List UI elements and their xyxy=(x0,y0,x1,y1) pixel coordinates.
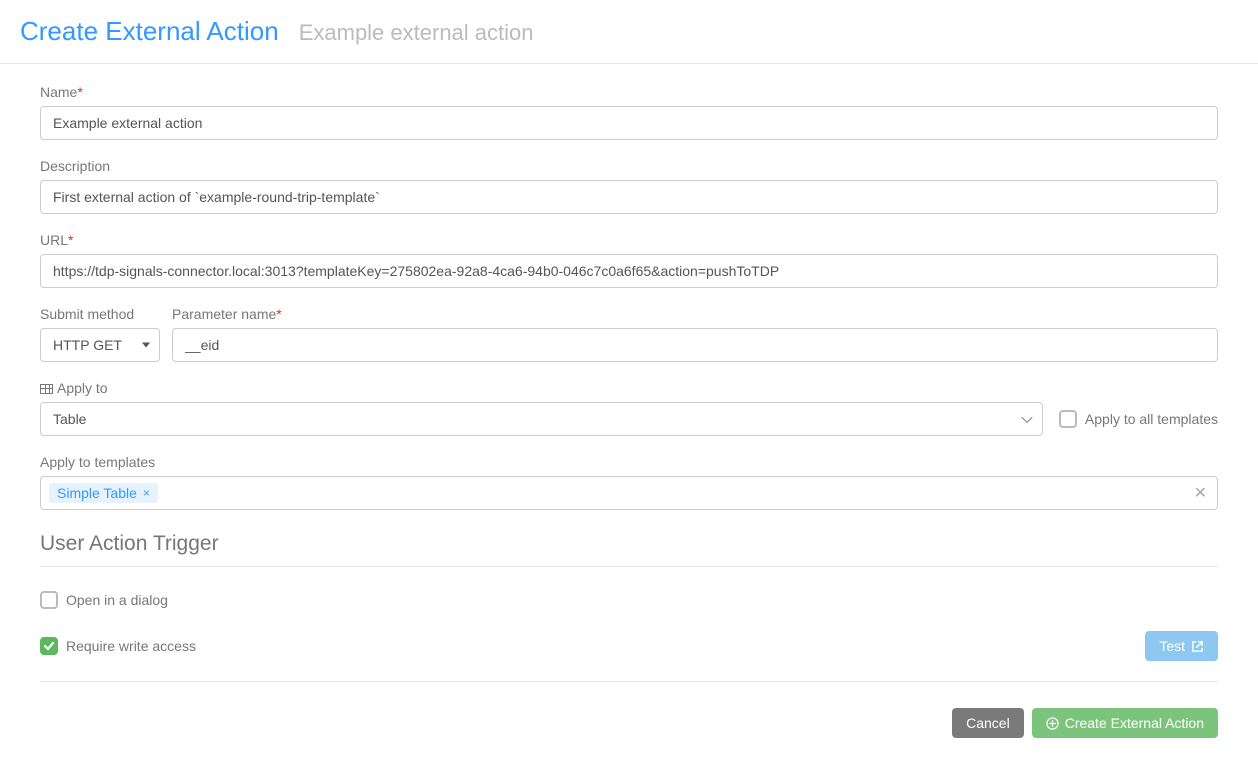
description-label: Description xyxy=(40,158,1218,174)
url-label: URL* xyxy=(40,232,1218,248)
apply-all-templates-label[interactable]: Apply to all templates xyxy=(1059,410,1218,428)
field-url: URL* xyxy=(40,232,1218,288)
open-dialog-checkbox[interactable] xyxy=(40,591,58,609)
open-dialog-text: Open in a dialog xyxy=(66,592,168,608)
test-button-label: Test xyxy=(1159,638,1185,654)
submit-method-select[interactable]: HTTP GET xyxy=(40,328,160,362)
plus-circle-icon xyxy=(1046,717,1059,730)
test-button[interactable]: Test xyxy=(1145,631,1218,661)
page-subtitle: Example external action xyxy=(299,20,534,46)
clear-all-tags-icon[interactable]: ✕ xyxy=(1194,483,1207,503)
apply-templates-label: Apply to templates xyxy=(40,454,1218,470)
form: Name* Description URL* Submit method HTT… xyxy=(0,64,1258,758)
apply-all-templates-text: Apply to all templates xyxy=(1085,411,1218,427)
name-label: Name* xyxy=(40,84,1218,100)
field-name: Name* xyxy=(40,84,1218,140)
field-parameter-name: Parameter name* xyxy=(172,306,1218,362)
field-apply-templates: Apply to templates Simple Table × ✕ xyxy=(40,454,1218,510)
user-action-trigger-title: User Action Trigger xyxy=(40,532,1218,556)
section-divider xyxy=(40,566,1218,567)
apply-to-label: Apply to xyxy=(40,380,1218,396)
name-input[interactable] xyxy=(40,106,1218,140)
field-submit-method: Submit method HTTP GET xyxy=(40,306,160,362)
require-write-label[interactable]: Require write access xyxy=(40,637,196,655)
field-apply-to: Apply to Table Apply to all templates xyxy=(40,380,1218,436)
field-description: Description xyxy=(40,158,1218,214)
external-link-icon xyxy=(1191,640,1204,653)
open-dialog-row: Open in a dialog xyxy=(40,585,1218,615)
submit-method-select-wrap: HTTP GET xyxy=(40,328,160,362)
page-header: Create External Action Example external … xyxy=(0,0,1258,64)
parameter-name-input[interactable] xyxy=(172,328,1218,362)
check-icon xyxy=(43,640,55,652)
table-icon xyxy=(40,384,53,394)
apply-templates-input[interactable]: Simple Table × ✕ xyxy=(40,476,1218,510)
footer-buttons: Cancel Create External Action xyxy=(40,708,1218,738)
require-write-checkbox[interactable] xyxy=(40,637,58,655)
method-param-row: Submit method HTTP GET Parameter name* xyxy=(40,306,1218,362)
url-input[interactable] xyxy=(40,254,1218,288)
create-button[interactable]: Create External Action xyxy=(1032,708,1218,738)
submit-method-label: Submit method xyxy=(40,306,160,322)
section-divider xyxy=(40,681,1218,682)
page-title: Create External Action xyxy=(20,16,279,47)
parameter-name-label: Parameter name* xyxy=(172,306,1218,322)
template-tag[interactable]: Simple Table × xyxy=(49,483,158,503)
apply-to-select[interactable]: Table xyxy=(40,402,1043,436)
create-button-label: Create External Action xyxy=(1065,715,1204,731)
cancel-button[interactable]: Cancel xyxy=(952,708,1024,738)
template-tag-label: Simple Table xyxy=(57,485,137,501)
open-dialog-label[interactable]: Open in a dialog xyxy=(40,591,168,609)
apply-to-row: Table Apply to all templates xyxy=(40,402,1218,436)
template-tag-remove-icon[interactable]: × xyxy=(143,487,150,499)
require-write-text: Require write access xyxy=(66,638,196,654)
apply-all-templates-checkbox[interactable] xyxy=(1059,410,1077,428)
description-input[interactable] xyxy=(40,180,1218,214)
apply-to-select-wrap: Table xyxy=(40,402,1043,436)
require-write-row: Require write access Test xyxy=(40,625,1218,667)
